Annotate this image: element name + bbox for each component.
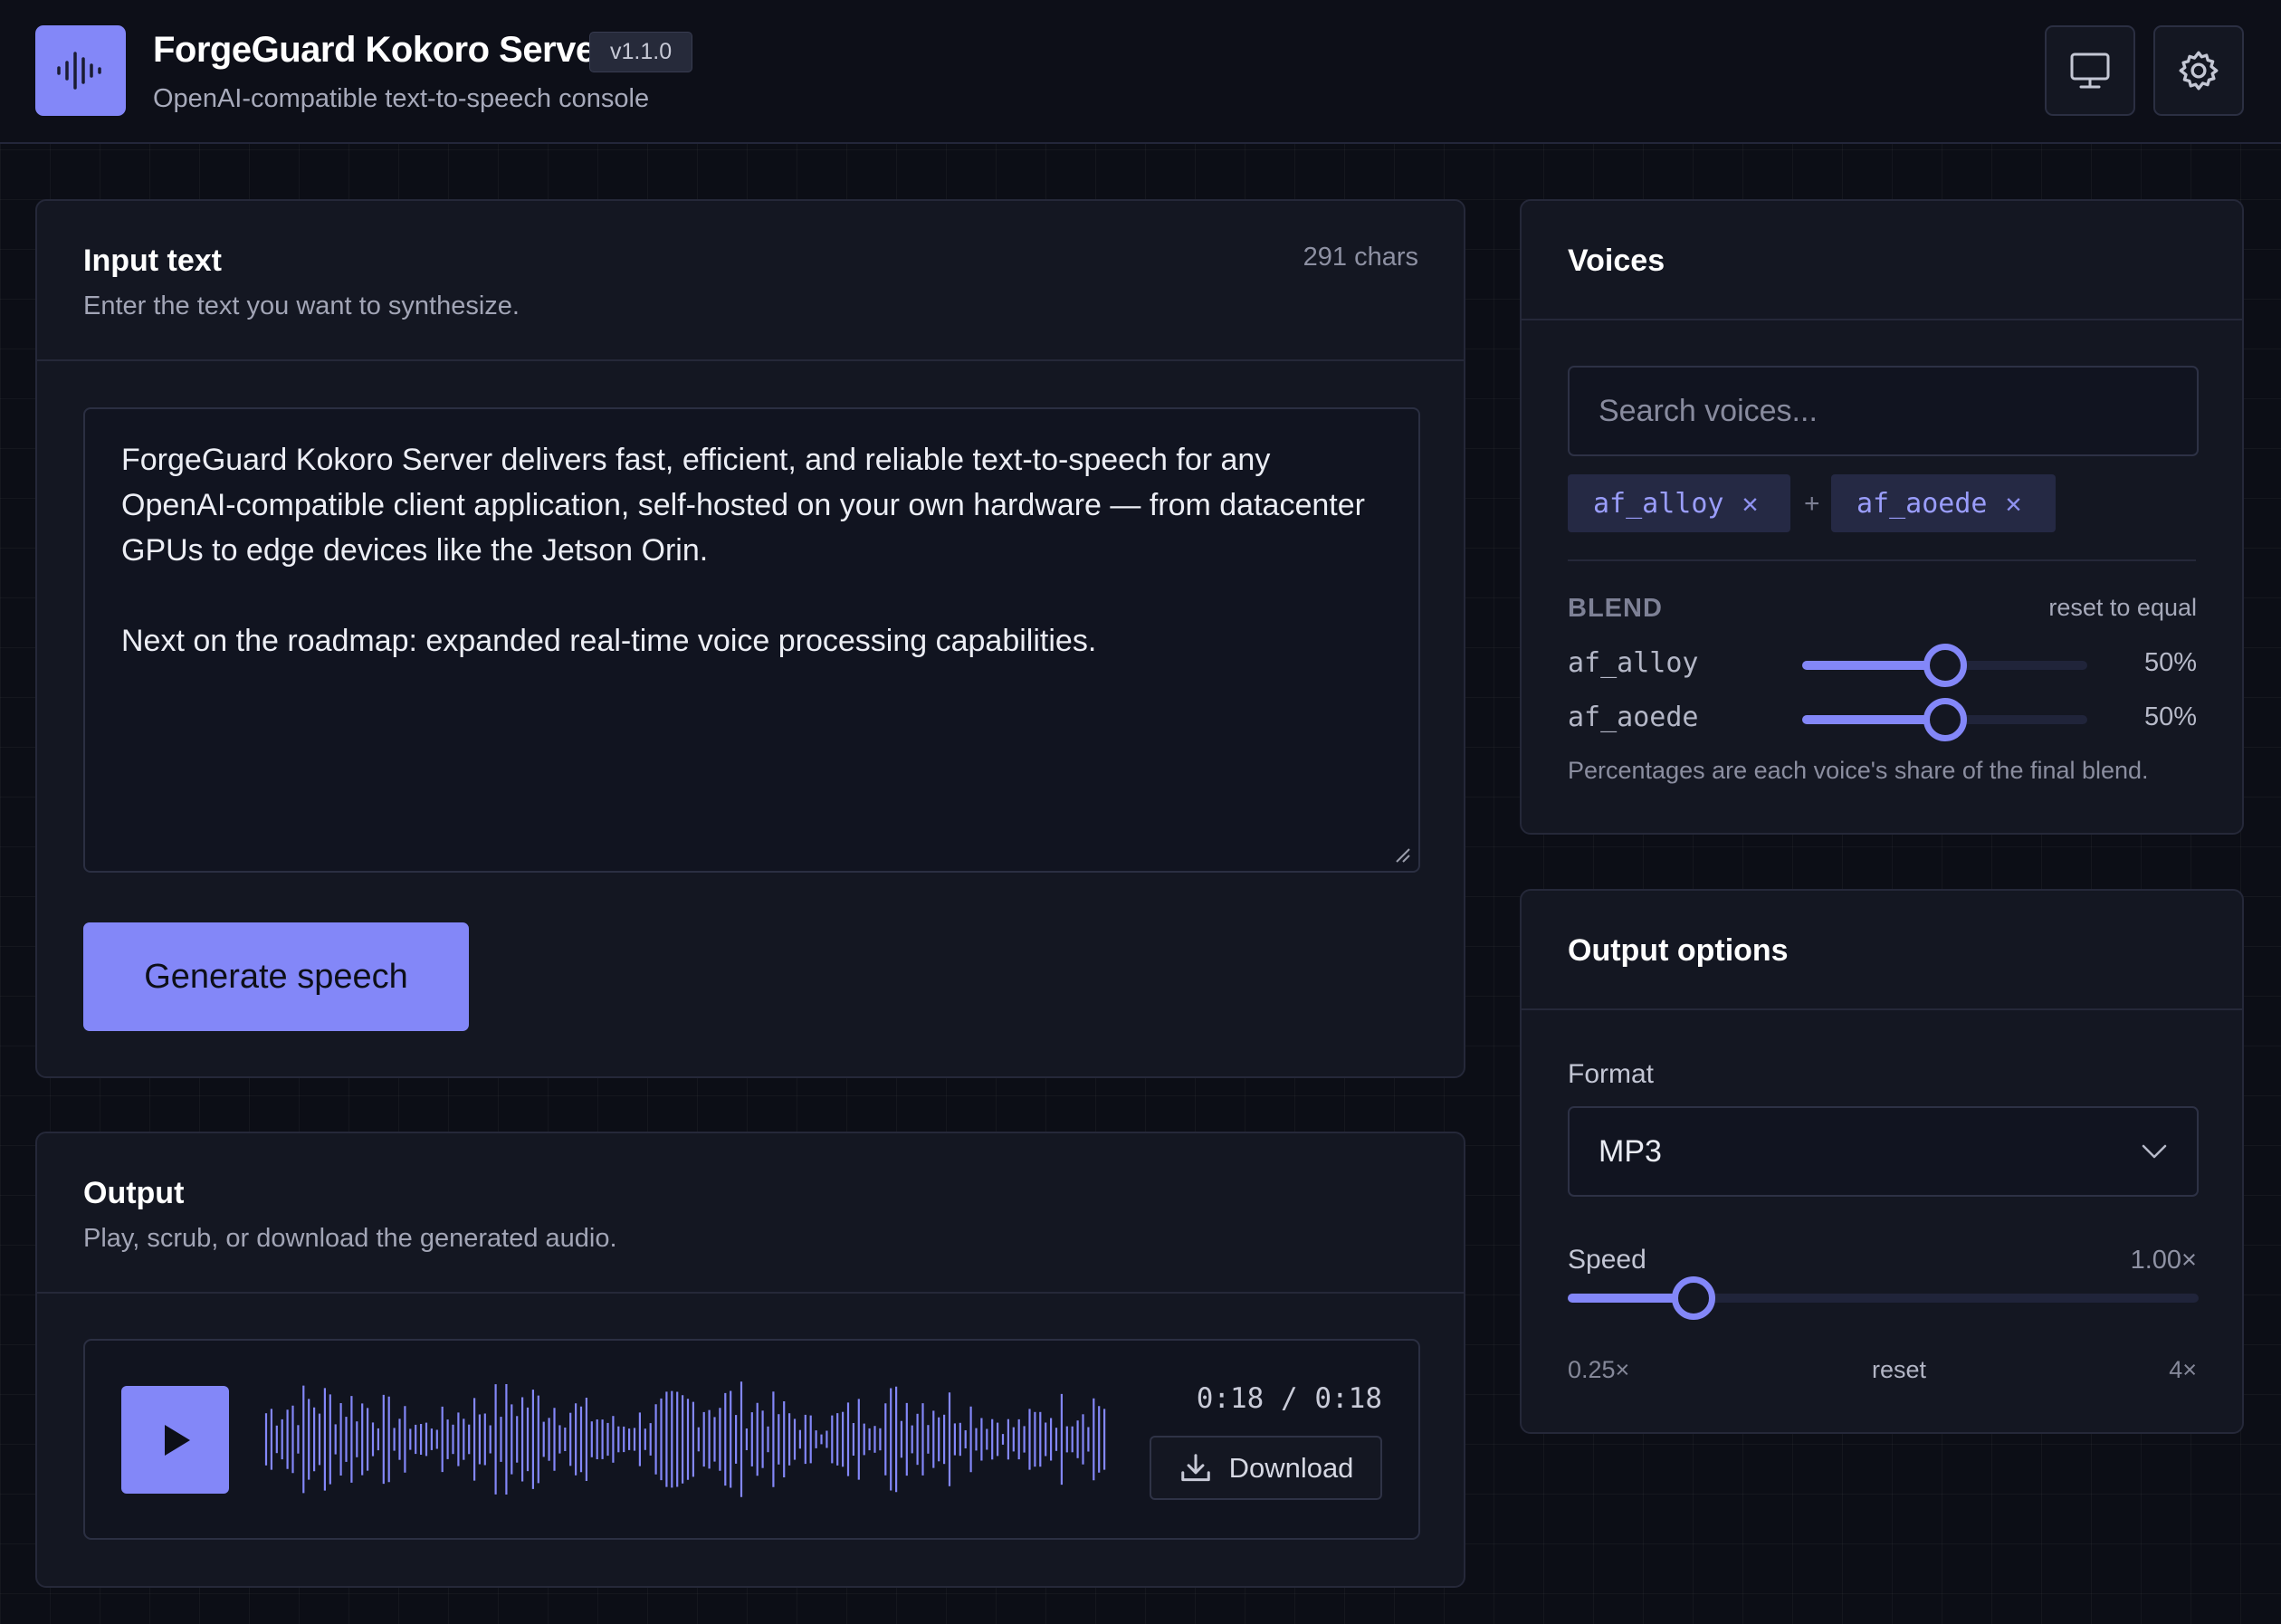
text-input[interactable]: ForgeGuard Kokoro Server delivers fast, … bbox=[83, 407, 1420, 873]
output-card: Output Play, scrub, or download the gene… bbox=[35, 1132, 1465, 1588]
blend-label: BLEND bbox=[1568, 594, 1663, 623]
app-title: ForgeGuard Kokoro Server bbox=[153, 30, 609, 70]
format-value: MP3 bbox=[1599, 1133, 1662, 1169]
speed-slider-thumb[interactable] bbox=[1672, 1276, 1716, 1320]
output-title: Output bbox=[83, 1176, 185, 1210]
voice-chip: af_aoede ✕ bbox=[1831, 474, 2056, 532]
blend-slider[interactable] bbox=[1802, 644, 2087, 687]
blend-slider-thumb[interactable] bbox=[1923, 698, 1967, 741]
input-card: Input text Enter the text you want to sy… bbox=[35, 199, 1465, 1078]
voice-chip-label: af_aoede bbox=[1856, 487, 1988, 520]
voices-divider bbox=[1522, 319, 2242, 320]
speed-reset-link[interactable]: reset bbox=[1872, 1356, 1926, 1384]
chip-separator: + bbox=[1804, 489, 1820, 519]
blend-percent: 50% bbox=[2143, 648, 2197, 677]
remove-voice-icon[interactable]: ✕ bbox=[1742, 488, 1759, 520]
blend-slider[interactable] bbox=[1802, 698, 2087, 741]
blend-percent: 50% bbox=[2143, 702, 2197, 731]
remove-voice-icon[interactable]: ✕ bbox=[2006, 488, 2022, 520]
playback-time: 0:18 / 0:18 bbox=[1196, 1382, 1382, 1415]
speed-min-label: 0.25× bbox=[1568, 1356, 1630, 1383]
voices-title: Voices bbox=[1568, 244, 1665, 278]
gear-icon bbox=[2179, 51, 2219, 91]
audio-waveform[interactable] bbox=[263, 1374, 1114, 1505]
text-paragraph: ForgeGuard Kokoro Server delivers fast, … bbox=[121, 443, 1365, 568]
speed-slider[interactable] bbox=[1568, 1276, 2199, 1320]
speed-max-label: 4× bbox=[2169, 1356, 2197, 1383]
voice-search-input[interactable] bbox=[1568, 366, 2199, 456]
input-divider bbox=[37, 359, 1464, 361]
voice-chip: af_alloy ✕ bbox=[1568, 474, 1790, 532]
version-badge: v1.1.0 bbox=[589, 32, 693, 72]
blend-voice-name: af_alloy bbox=[1568, 647, 1699, 679]
generate-speech-button[interactable]: Generate speech bbox=[83, 922, 469, 1031]
play-button[interactable] bbox=[121, 1386, 229, 1494]
output-options-card: Output options Format MP3 Speed 1.00× 0.… bbox=[1520, 889, 2244, 1434]
voice-chip-label: af_alloy bbox=[1593, 487, 1724, 520]
blend-voice-name: af_aoede bbox=[1568, 702, 1699, 733]
blend-note: Percentages are each voice's share of th… bbox=[1568, 757, 2149, 784]
output-divider bbox=[37, 1292, 1464, 1294]
audio-player: 0:18 / 0:18 Download bbox=[83, 1339, 1420, 1540]
monitor-icon bbox=[2070, 53, 2110, 89]
speed-label: Speed bbox=[1568, 1245, 1646, 1275]
output-description: Play, scrub, or download the generated a… bbox=[83, 1224, 617, 1253]
app-subtitle: OpenAI-compatible text-to-speech console bbox=[153, 84, 650, 113]
app-header: ForgeGuard Kokoro Server v1.1.0 OpenAI-c… bbox=[0, 0, 2281, 144]
format-label: Format bbox=[1568, 1059, 1655, 1089]
text-paragraph: Next on the roadmap: expanded real-time … bbox=[121, 624, 1097, 658]
speed-value: 1.00× bbox=[2130, 1246, 2197, 1275]
format-select[interactable]: MP3 bbox=[1568, 1106, 2199, 1197]
settings-button[interactable] bbox=[2153, 25, 2244, 116]
display-button[interactable] bbox=[2045, 25, 2135, 116]
resize-handle-icon[interactable] bbox=[1395, 847, 1411, 864]
input-description: Enter the text you want to synthesize. bbox=[83, 291, 520, 320]
chevron-down-icon bbox=[2142, 1144, 2167, 1159]
char-count: 291 chars bbox=[1303, 243, 1418, 272]
reset-to-equal-link[interactable]: reset to equal bbox=[2048, 594, 2197, 622]
download-label: Download bbox=[1228, 1451, 1354, 1484]
blend-divider bbox=[1568, 559, 2196, 561]
play-icon bbox=[164, 1424, 190, 1456]
blend-slider-thumb[interactable] bbox=[1923, 644, 1967, 687]
download-icon bbox=[1180, 1453, 1210, 1481]
waveform-icon bbox=[35, 25, 126, 116]
input-title: Input text bbox=[83, 244, 222, 278]
download-button[interactable]: Download bbox=[1150, 1436, 1382, 1500]
output-options-title: Output options bbox=[1568, 933, 1789, 968]
voices-card: Voices af_alloy ✕ + af_aoede ✕ BLEND res… bbox=[1520, 199, 2244, 835]
options-divider bbox=[1522, 1008, 2242, 1010]
